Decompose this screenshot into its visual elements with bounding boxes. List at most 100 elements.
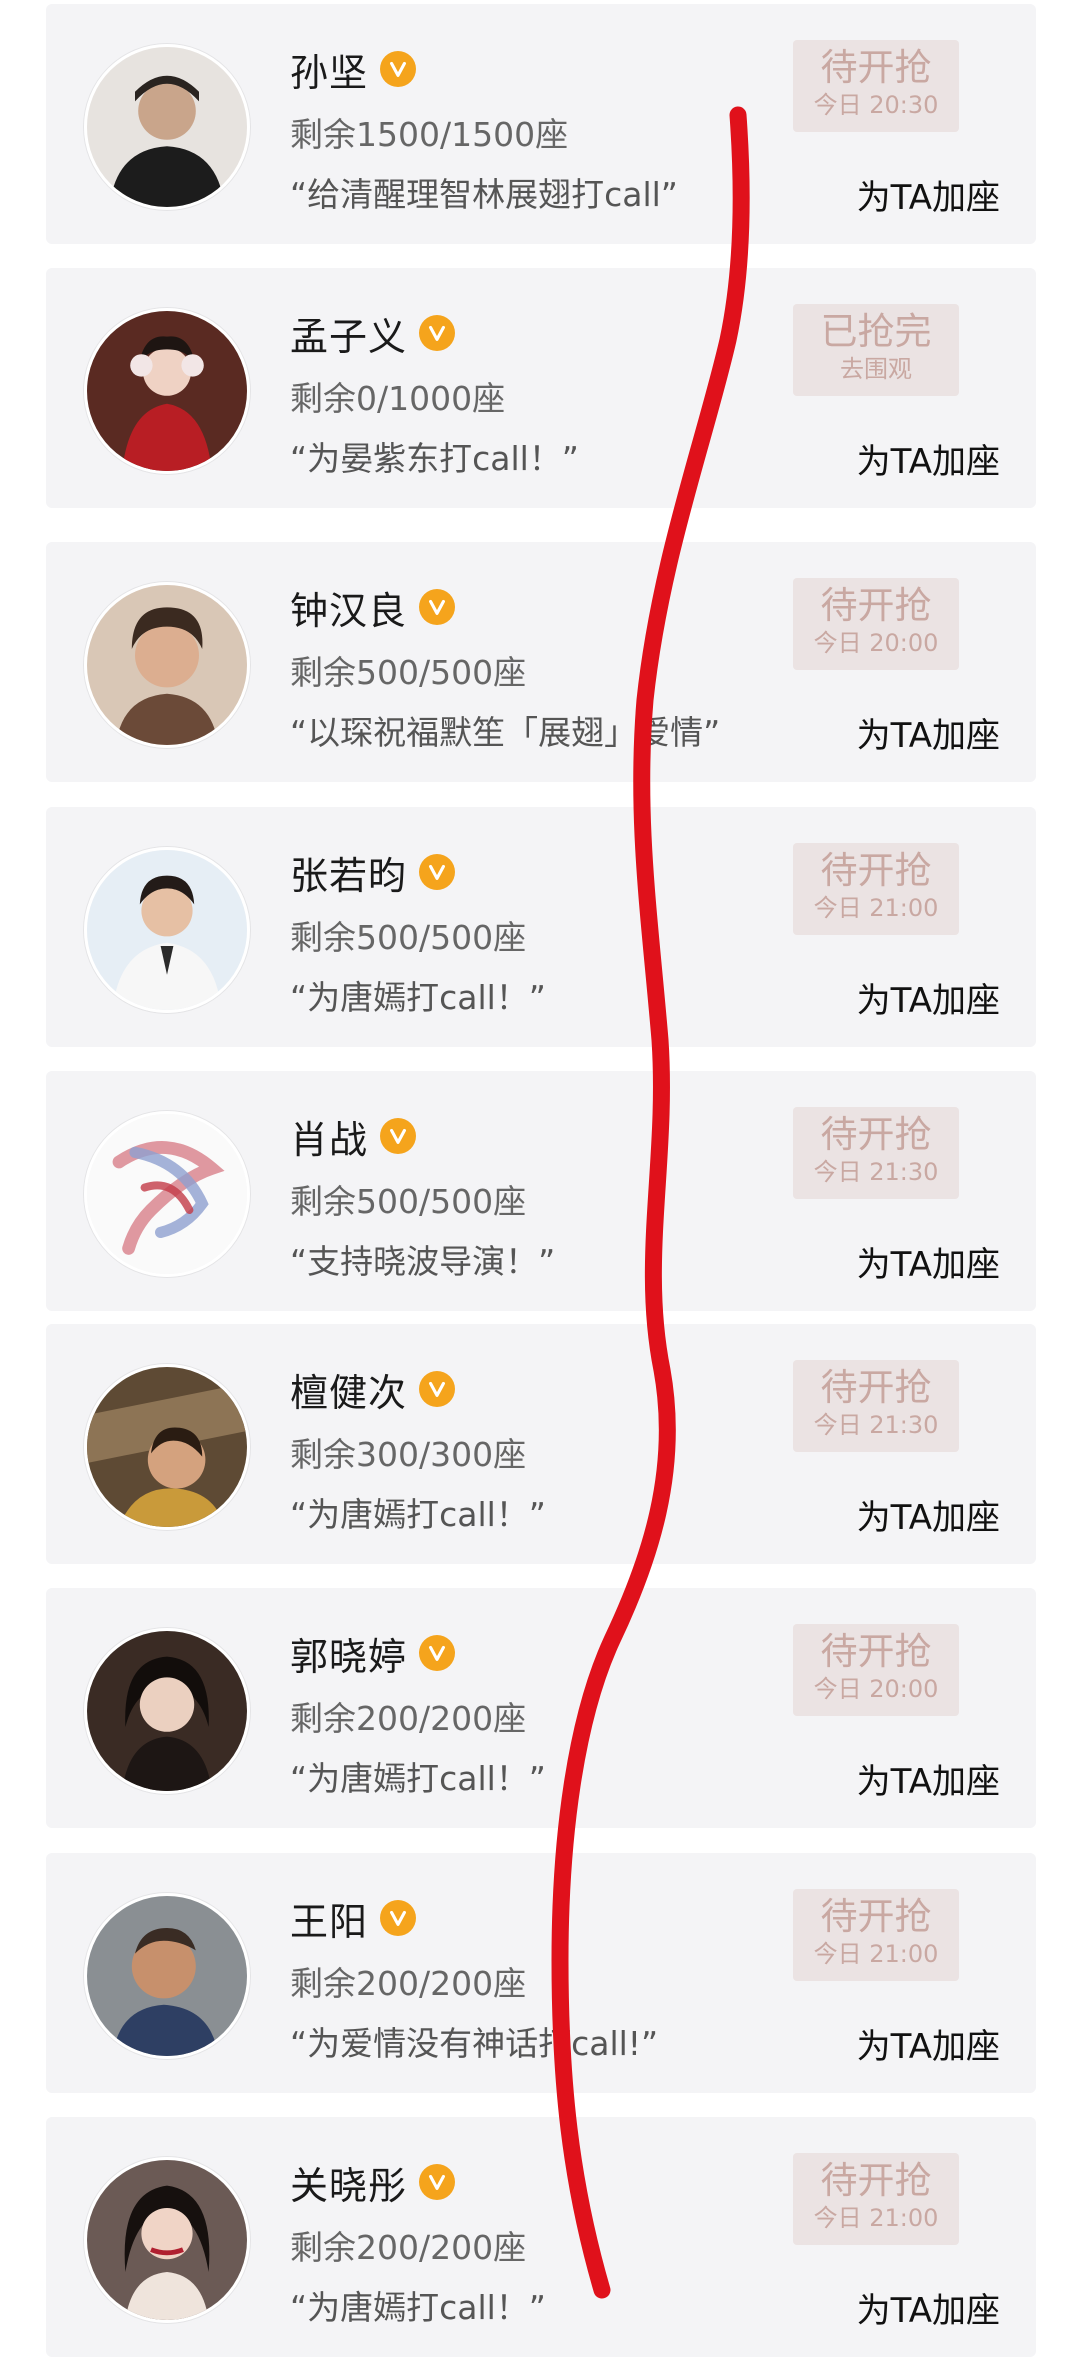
grab-status-button[interactable]: 待开抢 今日 21:30: [793, 1360, 959, 1452]
person-avatar-icon: [87, 1631, 247, 1791]
avatar[interactable]: [84, 308, 250, 474]
status-label: 待开抢: [820, 46, 932, 89]
grab-status-button[interactable]: 待开抢 今日 20:00: [793, 578, 959, 670]
name-row: 张若昀: [290, 845, 456, 899]
star-name: 孟子义: [290, 314, 408, 359]
avatar[interactable]: [84, 1628, 250, 1794]
list-item: 关晓彤 剩余200/200座 “为唐嫣打call！” 待开抢 今日 21:00 …: [46, 2117, 1036, 2357]
status-label: 待开抢: [820, 584, 932, 627]
list-item: 王阳 剩余200/200座 “为爱情没有神话打call!” 待开抢 今日 21:…: [46, 1853, 1036, 2093]
verified-badge-icon: [380, 1900, 417, 1936]
status-time: 今日 20:00: [813, 1675, 939, 1703]
add-seat-link[interactable]: 为TA加座: [857, 1490, 1000, 1539]
person-avatar-icon: [87, 850, 247, 1010]
grab-status-button[interactable]: 已抢完 去围观: [793, 304, 959, 396]
add-seat-link[interactable]: 为TA加座: [857, 434, 1000, 483]
list-item: 肖战 剩余500/500座 “支持晓波导演！” 待开抢 今日 21:30 为TA…: [46, 1071, 1036, 1311]
name-row: 关晓彤: [290, 2155, 456, 2209]
add-seat-link[interactable]: 为TA加座: [857, 1237, 1000, 1286]
star-name: 钟汉良: [290, 588, 408, 633]
list-item: 张若昀 剩余500/500座 “为唐嫣打call！” 待开抢 今日 21:00 …: [46, 807, 1036, 1047]
status-time: 今日 21:00: [813, 894, 939, 922]
seat-count: 剩余300/300座: [290, 1435, 527, 1474]
status-time: 今日 20:00: [813, 629, 939, 657]
status-label: 待开抢: [820, 849, 932, 892]
status-label: 待开抢: [820, 2159, 932, 2202]
person-avatar-icon: [87, 585, 247, 745]
support-message: “给清醒理智林展翅打call”: [290, 175, 678, 214]
add-seat-link[interactable]: 为TA加座: [857, 2019, 1000, 2068]
star-name: 郭晓婷: [290, 1634, 408, 1679]
status-time: 今日 21:00: [813, 2204, 939, 2232]
support-message: “为唐嫣打call！”: [290, 1759, 546, 1798]
verified-badge-icon: [419, 1635, 456, 1671]
support-message: “为唐嫣打call！”: [290, 978, 546, 1017]
star-name: 张若昀: [290, 853, 408, 898]
add-seat-link[interactable]: 为TA加座: [857, 708, 1000, 757]
name-row: 肖战: [290, 1109, 417, 1163]
name-row: 孙坚: [290, 42, 417, 96]
list-item: 孙坚 剩余1500/1500座 “给清醒理智林展翅打call” 待开抢 今日 2…: [46, 4, 1036, 244]
list-item: 郭晓婷 剩余200/200座 “为唐嫣打call！” 待开抢 今日 20:00 …: [46, 1588, 1036, 1828]
seat-count: 剩余200/200座: [290, 1699, 527, 1738]
brush-art-avatar-icon: [87, 1114, 247, 1274]
status-label: 待开抢: [820, 1113, 932, 1156]
verified-badge-icon: [419, 1371, 456, 1407]
verified-badge-icon: [419, 2164, 456, 2200]
avatar[interactable]: [84, 1893, 250, 2059]
support-message: “为唐嫣打call！”: [290, 2288, 546, 2327]
avatar[interactable]: [84, 582, 250, 748]
verified-badge-icon: [419, 589, 456, 625]
verified-badge-icon: [419, 315, 456, 351]
seat-count: 剩余0/1000座: [290, 379, 506, 418]
name-row: 王阳: [290, 1891, 417, 1945]
avatar[interactable]: [84, 2157, 250, 2323]
person-avatar-icon: [87, 2160, 247, 2320]
person-avatar-icon: [87, 311, 247, 471]
list-item: 孟子义 剩余0/1000座 “为晏紫东打call！” 已抢完 去围观 为TA加座: [46, 268, 1036, 508]
status-label: 待开抢: [820, 1630, 932, 1673]
support-message: “为唐嫣打call！”: [290, 1495, 546, 1534]
verified-badge-icon: [419, 854, 456, 890]
name-row: 孟子义: [290, 306, 456, 360]
list-item: 钟汉良 剩余500/500座 “以琛祝福默笙「展翅」爱情” 待开抢 今日 20:…: [46, 542, 1036, 782]
seat-count: 剩余500/500座: [290, 1182, 527, 1221]
grab-status-button[interactable]: 待开抢 今日 21:00: [793, 1889, 959, 1981]
support-message: “以琛祝福默笙「展翅」爱情”: [290, 713, 721, 752]
status-label: 待开抢: [820, 1366, 932, 1409]
support-message: “支持晓波导演！”: [290, 1242, 556, 1281]
person-avatar-icon: [87, 1367, 247, 1527]
seat-count: 剩余500/500座: [290, 653, 527, 692]
verified-badge-icon: [380, 1118, 417, 1154]
star-name: 檀健次: [290, 1370, 408, 1415]
grab-status-button[interactable]: 待开抢 今日 20:30: [793, 40, 959, 132]
avatar[interactable]: [84, 1364, 250, 1530]
status-label: 已抢完: [820, 310, 932, 353]
status-time: 今日 21:00: [813, 1940, 939, 1968]
grab-status-button[interactable]: 待开抢 今日 21:00: [793, 2153, 959, 2245]
star-name: 孙坚: [290, 50, 369, 95]
star-name: 关晓彤: [290, 2163, 408, 2208]
avatar[interactable]: [84, 44, 250, 210]
status-time: 去围观: [840, 355, 912, 383]
add-seat-link[interactable]: 为TA加座: [857, 973, 1000, 1022]
grab-status-button[interactable]: 待开抢 今日 20:00: [793, 1624, 959, 1716]
person-avatar-icon: [87, 47, 247, 207]
name-row: 钟汉良: [290, 580, 456, 634]
avatar[interactable]: [84, 847, 250, 1013]
status-label: 待开抢: [820, 1895, 932, 1938]
grab-status-button[interactable]: 待开抢 今日 21:00: [793, 843, 959, 935]
name-row: 檀健次: [290, 1362, 456, 1416]
seat-count: 剩余200/200座: [290, 2228, 527, 2267]
support-message: “为晏紫东打call！”: [290, 439, 579, 478]
status-time: 今日 21:30: [813, 1411, 939, 1439]
seat-count: 剩余200/200座: [290, 1964, 527, 2003]
add-seat-link[interactable]: 为TA加座: [857, 170, 1000, 219]
add-seat-link[interactable]: 为TA加座: [857, 1754, 1000, 1803]
star-name: 肖战: [290, 1117, 369, 1162]
star-name: 王阳: [290, 1899, 369, 1944]
grab-status-button[interactable]: 待开抢 今日 21:30: [793, 1107, 959, 1199]
avatar[interactable]: [84, 1111, 250, 1277]
support-message: “为爱情没有神话打call!”: [290, 2024, 659, 2063]
add-seat-link[interactable]: 为TA加座: [857, 2283, 1000, 2332]
